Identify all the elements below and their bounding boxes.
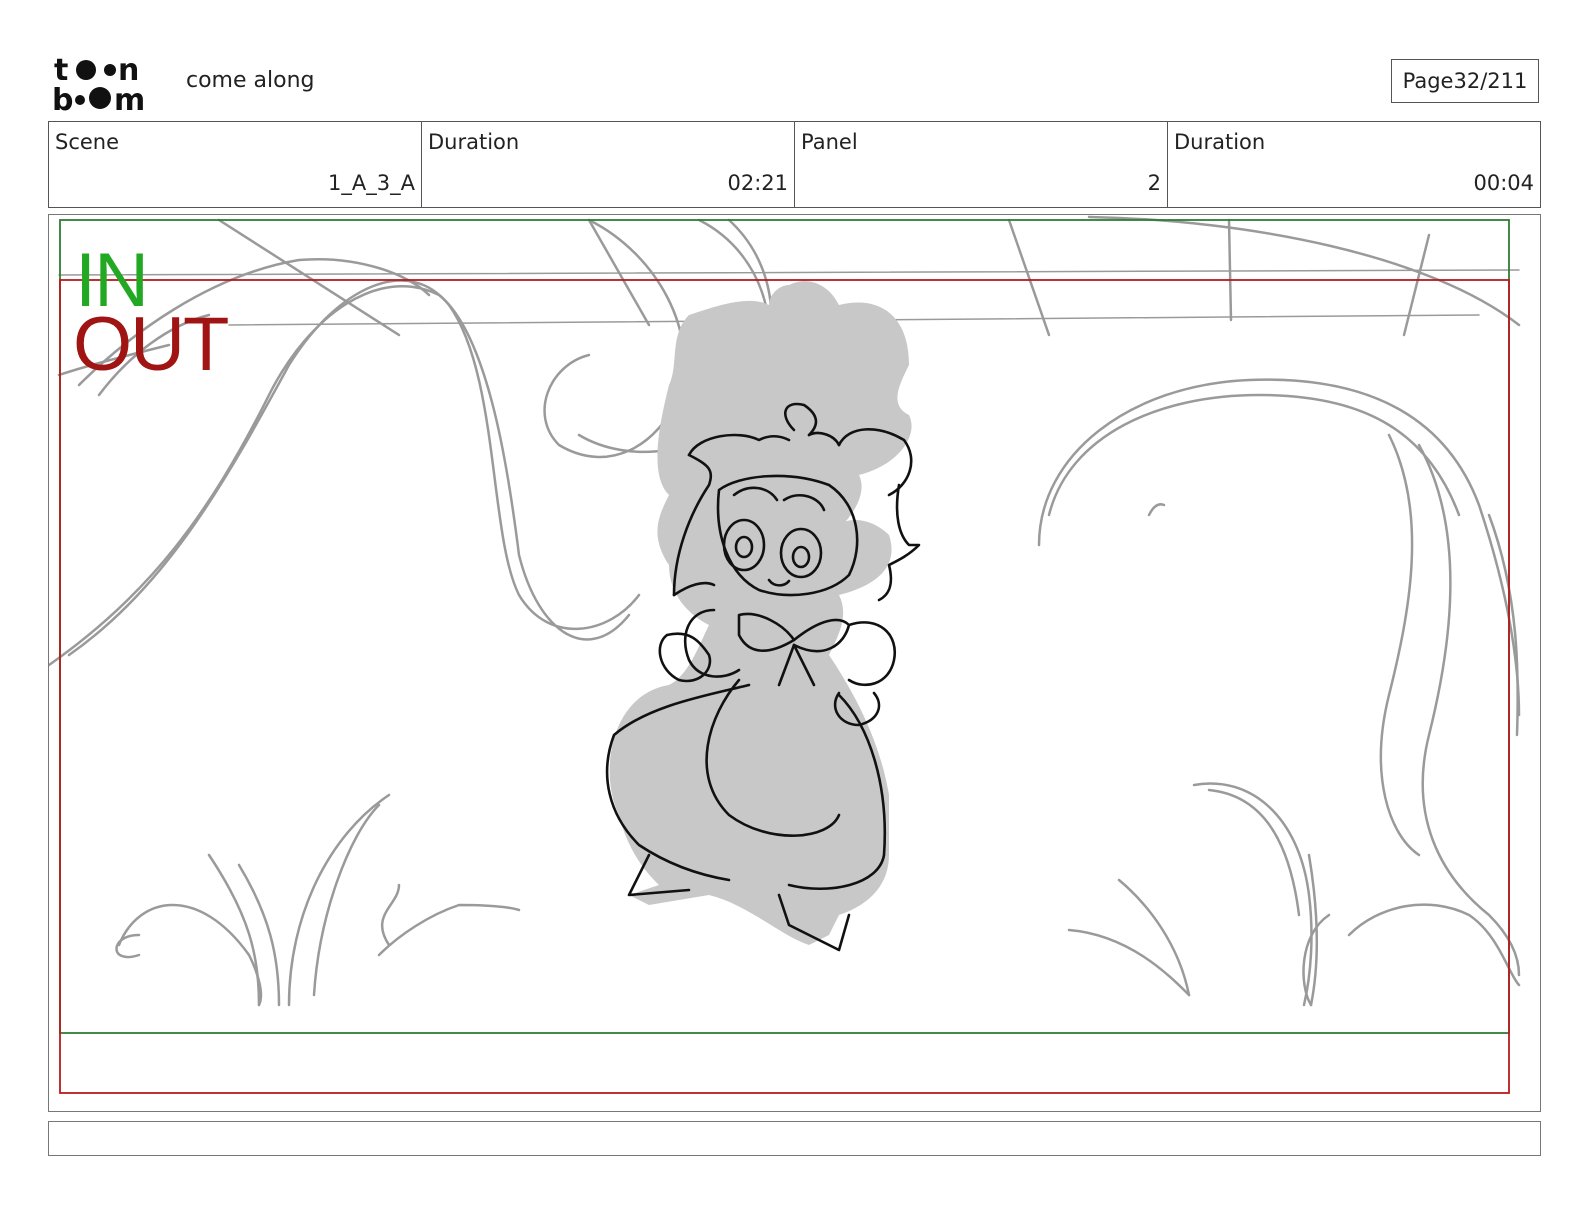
- page-number: 32/211: [1453, 69, 1528, 93]
- scene-value: 1_A_3_A: [328, 171, 415, 195]
- panel-info-row: Scene 1_A_3_A Duration 02:21 Panel 2 Dur…: [48, 121, 1541, 208]
- document-title: come along: [186, 68, 315, 93]
- page-indicator: Page 32/211: [1391, 59, 1539, 103]
- panel-value: 2: [1147, 171, 1161, 195]
- scene-cell: Scene 1_A_3_A: [49, 122, 422, 207]
- svg-text:b: b: [52, 83, 73, 112]
- panel-drawing: [49, 215, 1521, 1094]
- page-label: Page: [1402, 69, 1454, 93]
- panel-duration-cell: Duration 00:04: [1168, 122, 1540, 207]
- svg-text:m: m: [114, 83, 145, 112]
- scene-duration-value: 02:21: [727, 171, 788, 195]
- panel-notes-box[interactable]: [48, 1121, 1541, 1156]
- scene-duration-label: Duration: [428, 130, 520, 154]
- panel-cell: Panel 2: [795, 122, 1168, 207]
- scene-duration-cell: Duration 02:21: [422, 122, 795, 207]
- panel-label: Panel: [801, 130, 858, 154]
- panel-duration-label: Duration: [1174, 130, 1266, 154]
- panel-duration-value: 00:04: [1473, 171, 1534, 195]
- scene-label: Scene: [55, 130, 120, 154]
- toon-boom-logo: t n b m: [52, 53, 145, 112]
- storyboard-panel[interactable]: IN OUT: [48, 214, 1541, 1112]
- character-sketch: [605, 281, 921, 952]
- out-label: OUT: [73, 302, 229, 387]
